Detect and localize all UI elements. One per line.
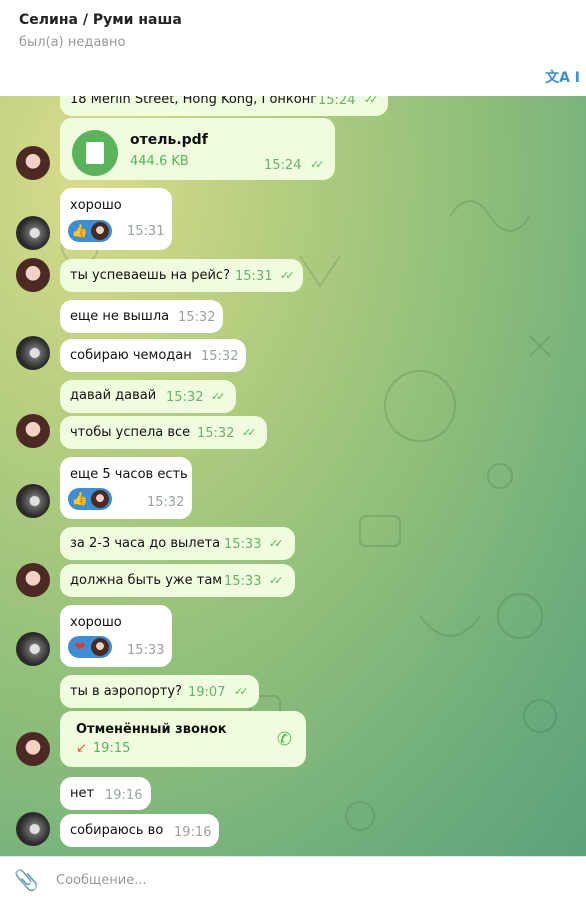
file-size: 444.6 KB [130, 154, 189, 169]
message-bubble[interactable]: хорошо 👍 15:31 [60, 188, 172, 250]
translate-icon[interactable]: 文A I [545, 67, 580, 87]
message-bubble[interactable]: давай давай 15:32 ✓✓ [60, 380, 236, 413]
reaction-badge[interactable]: 👍 [68, 488, 112, 510]
message-time: 19:07 [188, 685, 226, 700]
chat-area[interactable]: 18 Merlin Street, Hong Kong, Гонконг 15:… [0, 96, 586, 856]
message-bubble[interactable]: должна быть уже там 15:33 ✓✓ [60, 564, 295, 597]
read-checks-icon: ✓✓ [269, 537, 284, 550]
message-composer: 📎 [0, 856, 586, 901]
read-checks-icon: ✓✓ [280, 269, 295, 282]
message-text: хорошо [70, 615, 122, 630]
thumbs-up-icon: 👍 [71, 222, 89, 240]
message-text: давай давай [70, 388, 157, 403]
message-text: еще 5 часов есть [70, 467, 188, 482]
message-bubble[interactable]: чтобы успела все 15:32 ✓✓ [60, 416, 267, 449]
reactor-avatar [91, 490, 109, 508]
reactor-avatar [91, 222, 109, 240]
message-input[interactable] [54, 870, 458, 890]
call-info: ↙ 19:15 [76, 741, 130, 756]
message-text: за 2-3 часа до вылета [70, 536, 221, 551]
message-time: 15:31 [127, 224, 165, 239]
message-time: 15:31 [235, 269, 273, 284]
message-bubble[interactable]: нет 19:16 [60, 777, 151, 810]
message-text: 18 Merlin Street, Hong Kong, Гонконг [70, 96, 318, 107]
attach-paperclip-icon[interactable]: 📎 [14, 868, 39, 892]
message-time: 15:32 [197, 426, 235, 441]
message-text: нет [70, 786, 95, 801]
message-bubble[interactable]: еще 5 часов есть 👍 15:32 [60, 457, 192, 519]
message-time: 15:32 [166, 390, 204, 405]
message-time: 15:33 [224, 537, 262, 552]
avatar[interactable] [16, 484, 50, 518]
message-time: 15:24 [318, 96, 356, 108]
call-title: Отменённый звонок [76, 722, 227, 737]
message-time: 19:16 [174, 825, 212, 840]
message-time: 15:32 [201, 349, 239, 364]
call-time: 19:15 [92, 741, 131, 756]
message-time: 15:24 [264, 158, 302, 173]
message-text: должна быть уже там [70, 573, 223, 588]
avatar[interactable] [16, 336, 50, 370]
reaction-badge[interactable]: 👍 [68, 220, 112, 242]
message-text: собираю чемодан [70, 348, 192, 363]
file-name: отель.pdf [130, 132, 208, 148]
message-bubble[interactable]: собираю чемодан 15:32 [60, 339, 246, 372]
read-checks-icon: ✓✓ [364, 96, 379, 106]
message-text: собираюсь во [70, 823, 164, 838]
chat-title[interactable]: Селина / Руми наша [19, 12, 182, 28]
message-text: ты успеваешь на рейс? [70, 268, 230, 283]
message-time: 15:32 [178, 310, 216, 325]
missed-call-arrow-icon: ↙ [76, 741, 87, 756]
file-message[interactable]: отель.pdf 444.6 KB 15:24 ✓✓ [60, 118, 335, 180]
message-bubble[interactable]: еще не вышла 15:32 [60, 300, 223, 333]
avatar[interactable] [16, 732, 50, 766]
avatar[interactable] [16, 563, 50, 597]
thumbs-up-icon: 👍 [71, 490, 89, 508]
read-checks-icon: ✓✓ [234, 685, 249, 698]
message-bubble[interactable]: хорошо ❤ 15:33 [60, 605, 172, 667]
message-time: 15:33 [127, 643, 165, 658]
avatar[interactable] [16, 146, 50, 180]
read-checks-icon: ✓✓ [211, 390, 226, 403]
read-checks-icon: ✓✓ [242, 426, 257, 439]
message-bubble[interactable]: за 2-3 часа до вылета 15:33 ✓✓ [60, 527, 295, 560]
avatar[interactable] [16, 258, 50, 292]
message-time: 15:33 [224, 574, 262, 589]
message-bubble[interactable]: 18 Merlin Street, Hong Kong, Гонконг 15:… [60, 96, 388, 116]
message-bubble[interactable]: ты в аэропорту? 19:07 ✓✓ [60, 675, 259, 708]
heart-icon: ❤ [71, 638, 89, 656]
avatar[interactable] [16, 812, 50, 846]
phone-icon[interactable]: ✆ [277, 729, 292, 750]
avatar[interactable] [16, 216, 50, 250]
chat-header: Селина / Руми наша был(а) недавно [0, 0, 586, 61]
message-text: еще не вышла [70, 309, 170, 324]
reactor-avatar [91, 638, 109, 656]
message-time: 15:32 [147, 495, 185, 510]
call-message[interactable]: Отменённый звонок ↙ 19:15 ✆ [60, 711, 306, 767]
message-time: 19:16 [105, 788, 143, 803]
chat-status: был(а) недавно [19, 35, 126, 50]
avatar[interactable] [16, 632, 50, 666]
file-pdf-icon[interactable] [72, 130, 118, 176]
message-text: ты в аэропорту? [70, 684, 182, 699]
message-text: чтобы успела все [70, 425, 191, 440]
message-text: хорошо [70, 198, 122, 213]
message-bubble[interactable]: собираюсь во 19:16 [60, 814, 219, 847]
translate-bar: 文A I [0, 60, 586, 97]
reaction-badge[interactable]: ❤ [68, 636, 112, 658]
read-checks-icon: ✓✓ [269, 574, 284, 587]
message-bubble[interactable]: ты успеваешь на рейс? 15:31 ✓✓ [60, 259, 303, 292]
avatar[interactable] [16, 414, 50, 448]
read-checks-icon: ✓✓ [310, 158, 325, 171]
